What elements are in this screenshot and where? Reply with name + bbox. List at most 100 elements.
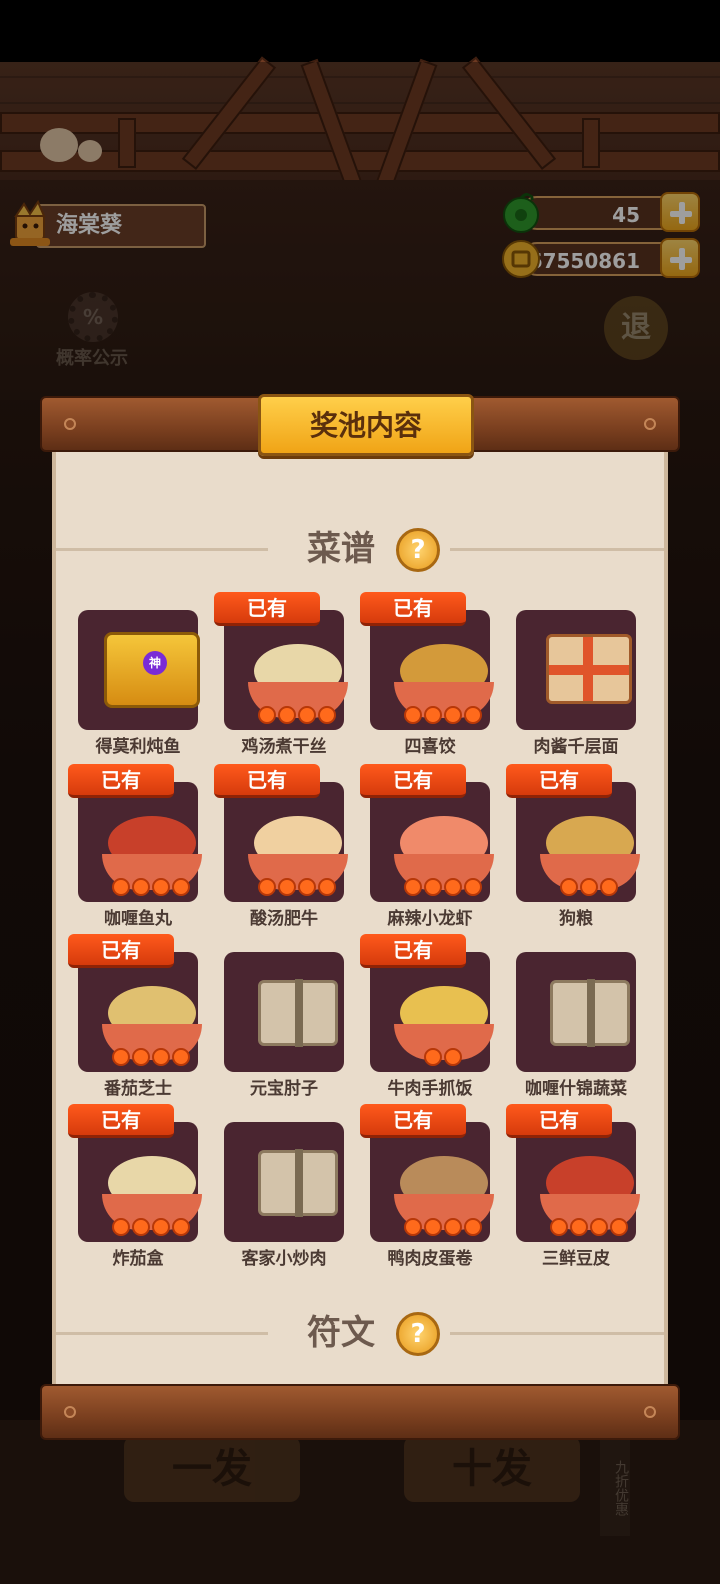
recipe-name: 炸茄盒 xyxy=(112,1249,164,1269)
recipe-card[interactable]: 神得莫利炖鱼 xyxy=(64,610,210,772)
flame-rating xyxy=(402,706,486,726)
recipe-name: 四喜饺 xyxy=(404,737,456,757)
flame-icon xyxy=(444,1048,462,1066)
recipe-card[interactable]: 元宝肘子 xyxy=(210,952,356,1114)
section-title: 菜谱 xyxy=(307,529,375,569)
flame-rating xyxy=(402,1048,486,1068)
recipe-card[interactable]: 咖喱什锦蔬菜 xyxy=(502,952,648,1114)
flame-icon xyxy=(600,878,618,896)
flame-icon xyxy=(464,1218,482,1236)
flame-icon xyxy=(258,706,276,724)
recipe-name: 咖喱什锦蔬菜 xyxy=(525,1079,627,1099)
unknown-recipe-scroll-icon xyxy=(258,979,338,1047)
flame-icon xyxy=(152,878,170,896)
flame-icon xyxy=(318,706,336,724)
flame-icon xyxy=(424,706,442,724)
flame-icon xyxy=(152,1218,170,1236)
recipe-card[interactable]: 已有 牛肉手抓饭 xyxy=(356,934,502,1114)
recipe-card[interactable]: 已有 炸茄盒 xyxy=(64,1104,210,1284)
recipe-card[interactable]: 已有 番茄芝士 xyxy=(64,934,210,1114)
flame-icon xyxy=(112,1218,130,1236)
recipe-tile xyxy=(224,782,348,902)
owned-badge: 已有 xyxy=(360,1104,466,1138)
panel-title-text: 奖池内容 xyxy=(309,409,422,442)
unknown-recipe-scroll-icon xyxy=(550,979,630,1047)
flame-icon xyxy=(172,1218,190,1236)
scroll-bottom-rod xyxy=(40,1384,680,1440)
recipe-card[interactable]: 已有 鸭肉皮蛋卷 xyxy=(356,1104,502,1284)
recipe-tile xyxy=(78,1122,202,1242)
flame-icon xyxy=(298,878,316,896)
recipe-name: 元宝肘子 xyxy=(250,1079,318,1099)
recipe-card[interactable]: 肉酱千层面 xyxy=(502,610,648,772)
recipe-tile xyxy=(78,952,202,1072)
flame-icon xyxy=(112,878,130,896)
flame-icon xyxy=(404,706,422,724)
recipe-card[interactable]: 已有 三鲜豆皮 xyxy=(502,1104,648,1284)
flame-icon xyxy=(112,1048,130,1066)
owned-badge: 已有 xyxy=(68,934,174,968)
recipe-name: 肉酱千层面 xyxy=(533,737,619,757)
flame-rating xyxy=(256,706,340,726)
recipe-name: 鸡汤煮干丝 xyxy=(241,737,327,757)
prize-pool-scroll[interactable]: 菜谱 ? 神得莫利炖鱼 已有 鸡汤煮干丝 已有 四喜饺 肉酱千层面 已有 咖喱鱼丸 已有 酸汤肥牛… xyxy=(52,446,668,1386)
flame-icon xyxy=(444,1218,462,1236)
flame-icon xyxy=(278,878,296,896)
recipe-card[interactable]: 已有咖喱鱼丸 xyxy=(64,764,210,944)
flame-icon xyxy=(570,1218,588,1236)
recipe-name: 酸汤肥牛 xyxy=(250,909,318,929)
flame-icon xyxy=(132,1218,150,1236)
flame-icon xyxy=(404,878,422,896)
flame-icon xyxy=(298,706,316,724)
recipe-card[interactable]: 已有 狗粮 xyxy=(502,764,648,944)
recipe-card[interactable]: 已有酸汤肥牛 xyxy=(210,764,356,944)
recipe-tile xyxy=(78,782,202,902)
flame-icon xyxy=(172,1048,190,1066)
recipe-tile xyxy=(516,1122,640,1242)
recipe-card[interactable]: 客家小炒肉 xyxy=(210,1122,356,1284)
flame-rating xyxy=(110,1218,194,1238)
flame-icon xyxy=(172,878,190,896)
status-bar xyxy=(0,0,720,62)
flame-icon xyxy=(132,1048,150,1066)
flame-icon xyxy=(278,706,296,724)
owned-badge: 已有 xyxy=(214,764,320,798)
flame-icon xyxy=(444,878,462,896)
recipe-name: 三鲜豆皮 xyxy=(542,1249,610,1269)
help-icon[interactable]: ? xyxy=(396,1312,440,1356)
recipe-card[interactable]: 已有 麻辣小龙虾 xyxy=(356,764,502,944)
owned-badge: 已有 xyxy=(214,592,320,626)
flame-icon xyxy=(152,1048,170,1066)
recipe-name: 狗粮 xyxy=(559,909,593,929)
flame-rating xyxy=(402,878,486,898)
flame-rating xyxy=(402,1218,486,1238)
flame-icon xyxy=(424,1048,442,1066)
rune-section-header: 符文 ? xyxy=(56,1308,664,1358)
recipe-name: 咖喱鱼丸 xyxy=(104,909,172,929)
help-icon[interactable]: ? xyxy=(396,528,440,572)
recipe-tile xyxy=(516,610,636,730)
recipe-card[interactable]: 已有四喜饺 xyxy=(356,592,502,772)
owned-badge: 已有 xyxy=(360,592,466,626)
panel-title: 奖池内容 xyxy=(258,394,474,456)
flame-rating xyxy=(256,878,340,898)
flame-icon xyxy=(132,878,150,896)
recipe-tile xyxy=(224,1122,344,1242)
recipe-tile xyxy=(370,782,494,902)
section-title: 符文 xyxy=(307,1313,375,1353)
recipe-card[interactable]: 已有鸡汤煮干丝 xyxy=(210,592,356,772)
flame-icon xyxy=(464,706,482,724)
flame-icon xyxy=(424,878,442,896)
flame-icon xyxy=(560,878,578,896)
recipe-tile xyxy=(370,1122,494,1242)
flame-icon xyxy=(464,878,482,896)
recipe-tile xyxy=(516,952,636,1072)
flame-icon xyxy=(580,878,598,896)
flame-icon xyxy=(444,706,462,724)
recipe-name: 得莫利炖鱼 xyxy=(95,737,181,757)
owned-badge: 已有 xyxy=(68,764,174,798)
flame-icon xyxy=(550,1218,568,1236)
recipe-name: 麻辣小龙虾 xyxy=(387,909,473,929)
flame-icon xyxy=(258,878,276,896)
owned-badge: 已有 xyxy=(360,934,466,968)
